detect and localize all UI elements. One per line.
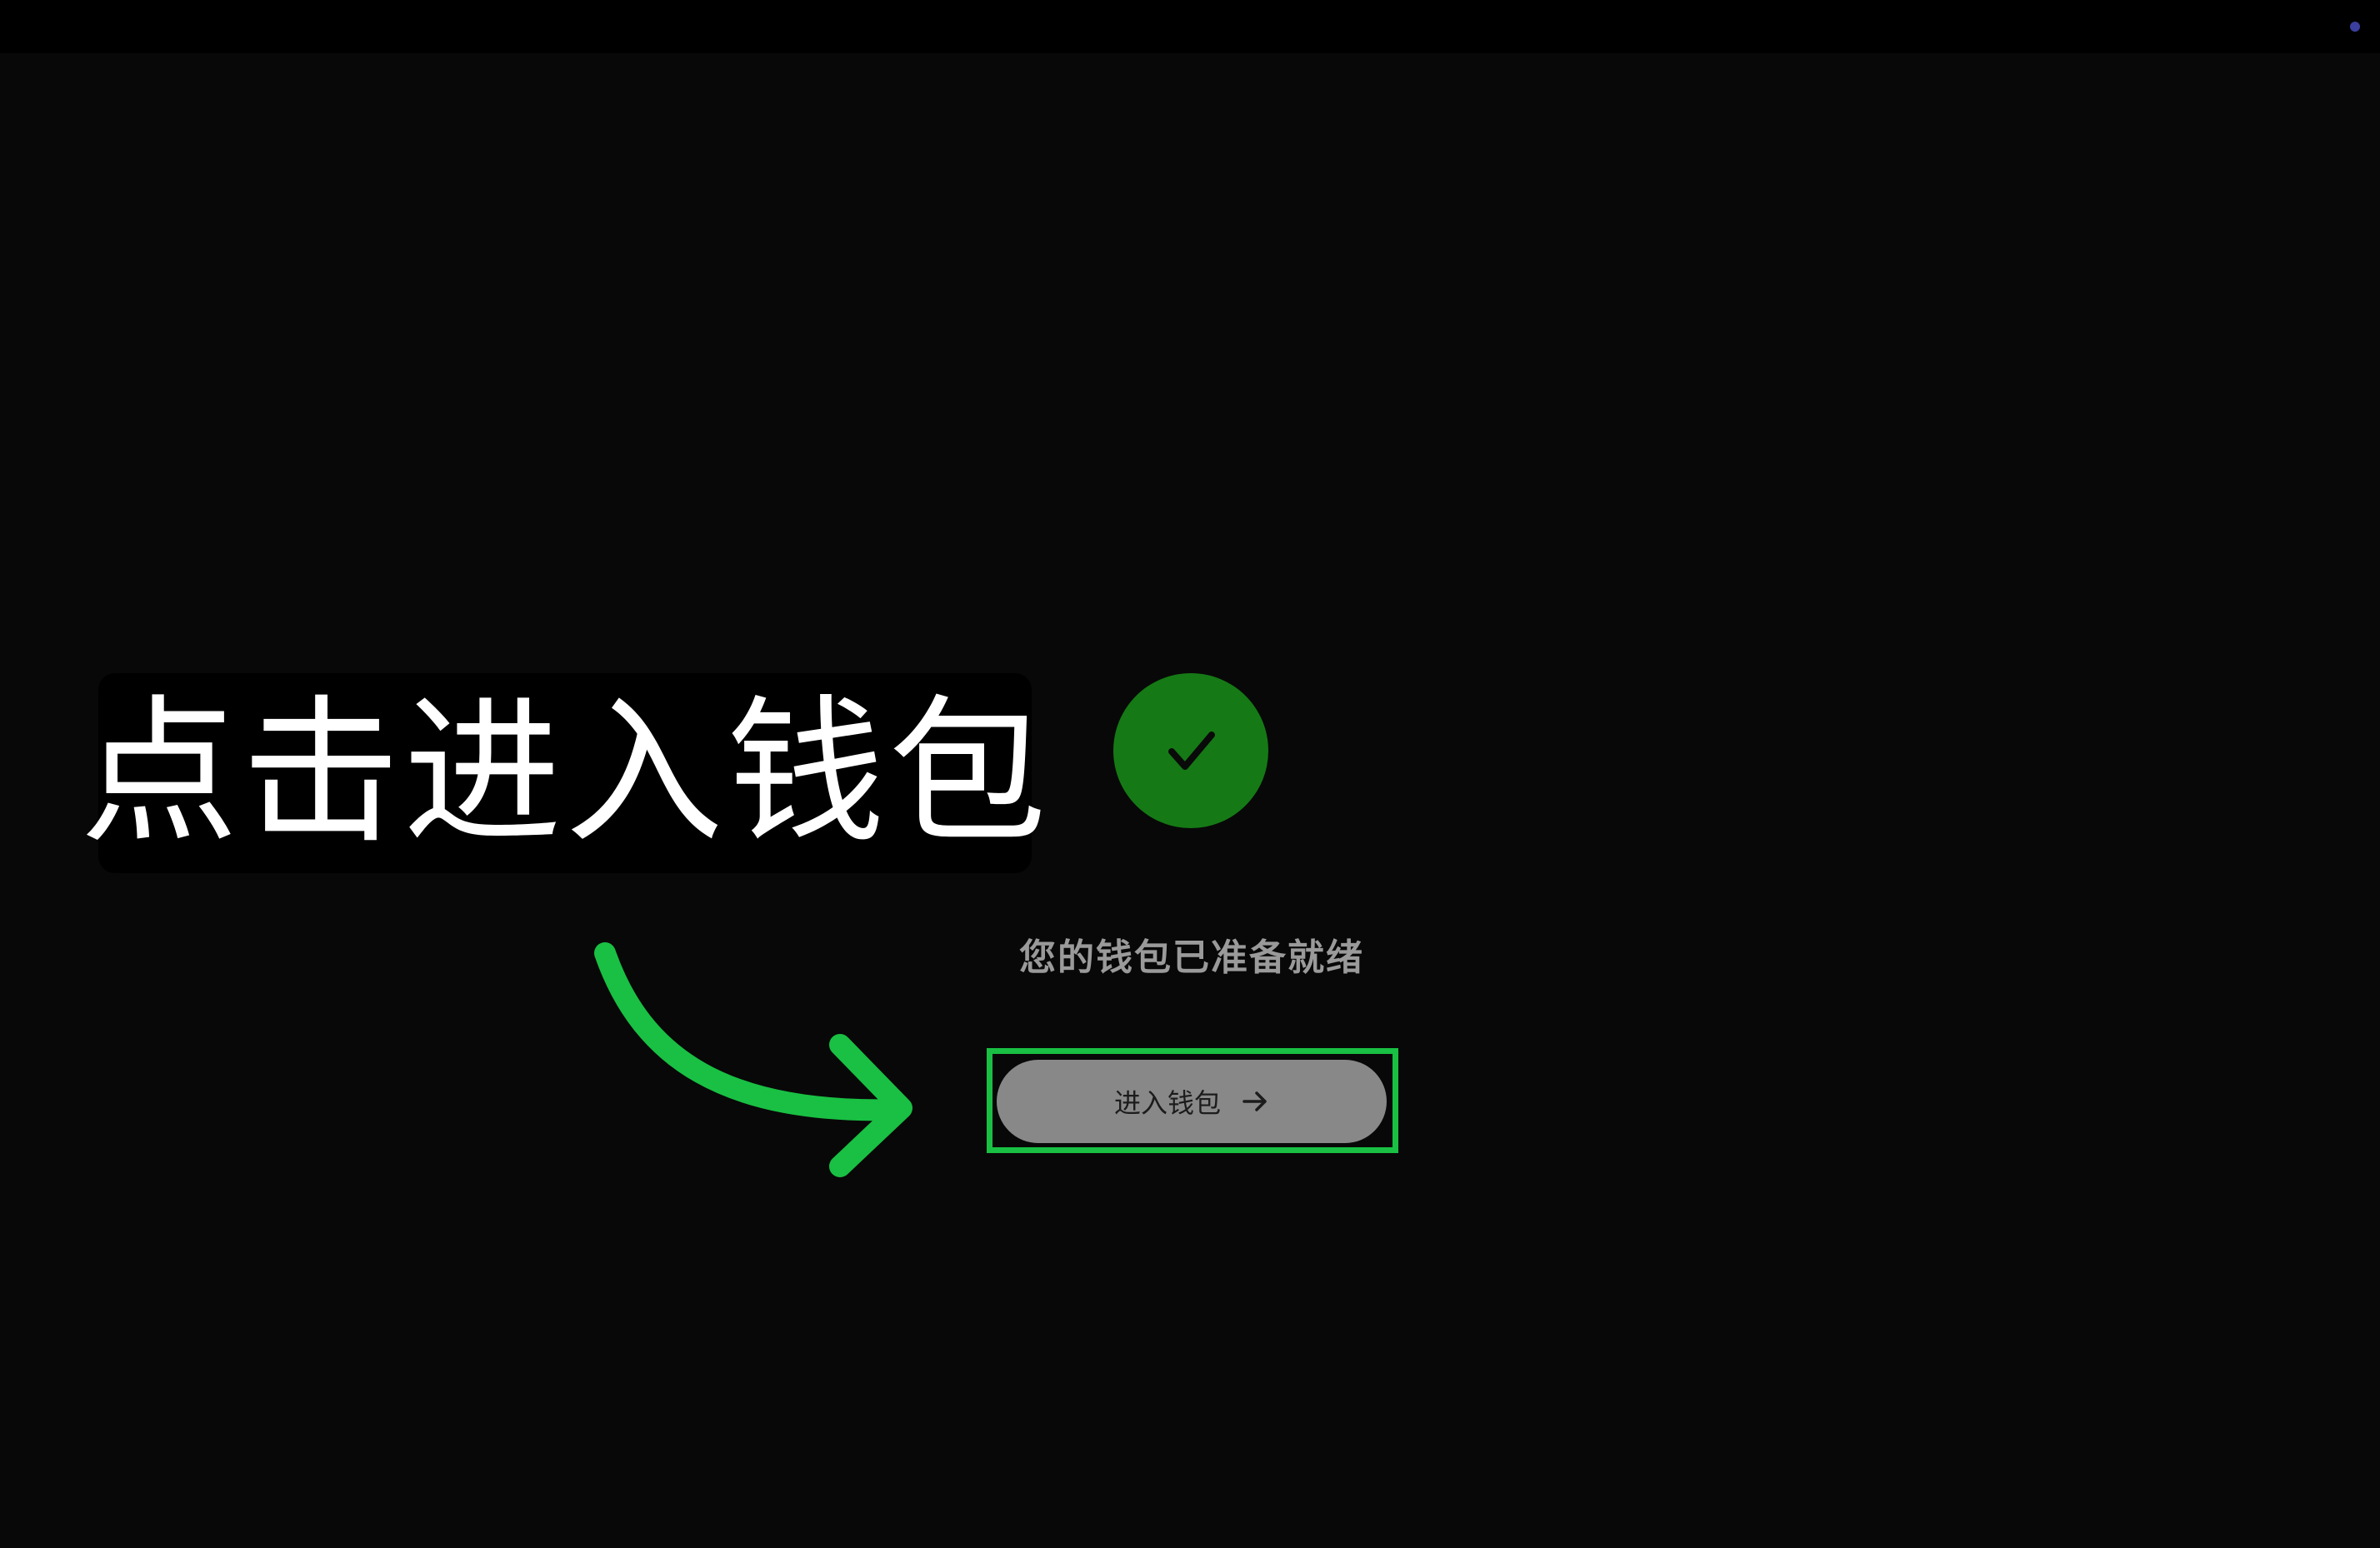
wallet-ready-screen: 点击进入钱包 您的钱包已准备就绪 进入钱包 (0, 0, 2380, 1548)
success-checkmark-badge (1113, 673, 1268, 828)
enter-wallet-button-label: 进入钱包 (1113, 1087, 1221, 1119)
top-bar (0, 0, 2380, 53)
curved-arrow-icon (594, 942, 912, 1177)
arrow-right-icon (1242, 1091, 1267, 1111)
wallet-ready-message: 您的钱包已准备就绪 (1019, 936, 1364, 979)
status-dot-icon (2350, 22, 2360, 32)
enter-wallet-button[interactable]: 进入钱包 (997, 1060, 1387, 1143)
instruction-callout: 点击进入钱包 (80, 673, 1047, 873)
checkmark-icon (1168, 732, 1215, 770)
callout-text: 点击进入钱包 (80, 681, 1051, 865)
